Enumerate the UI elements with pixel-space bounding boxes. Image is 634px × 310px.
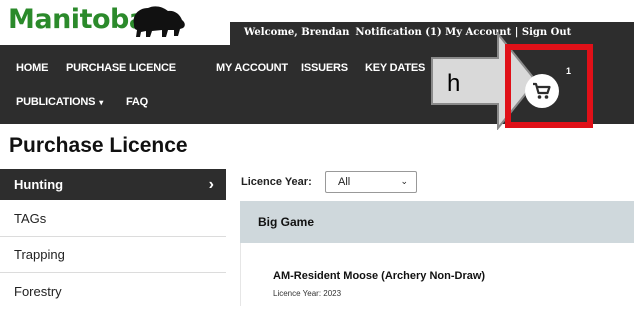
top-header: Manitoba Welcome, Brendan Notification (1…: [0, 0, 634, 45]
nav-publications[interactable]: PUBLICATIONS ▾: [16, 96, 103, 108]
caret-down-icon: ▾: [99, 98, 104, 107]
licence-year-select[interactable]: All ⌄: [325, 171, 417, 193]
callout-letter: h: [447, 70, 461, 97]
sidebar-item-trapping[interactable]: Trapping: [0, 237, 226, 273]
bison-logo-icon: [133, 6, 185, 37]
nav-issuers[interactable]: ISSUERS: [301, 62, 348, 74]
cart-button[interactable]: [525, 74, 559, 108]
sidebar-item-tags[interactable]: TAGs: [0, 201, 226, 237]
product-licence-year: Licence Year: 2023: [273, 289, 342, 298]
sidebar-item-label: TAGs: [14, 211, 47, 226]
nav-faq[interactable]: FAQ: [126, 96, 148, 108]
nav-my-account[interactable]: MY ACCOUNT: [216, 62, 288, 74]
nav-purchase-licence[interactable]: PURCHASE LICENCE: [66, 62, 176, 74]
welcome-text: Welcome, Brendan: [244, 27, 350, 38]
sidebar-item-label: Trapping: [14, 247, 65, 262]
sidebar-item-hunting[interactable]: Hunting ›: [0, 169, 226, 200]
manitoba-logo[interactable]: Manitoba: [8, 4, 147, 35]
nav-home[interactable]: HOME: [16, 62, 48, 74]
chevron-down-icon: ⌄: [400, 176, 408, 186]
product-card[interactable]: AM-Resident Moose (Archery Non-Draw) Lic…: [240, 243, 634, 306]
licence-year-value: All: [338, 176, 351, 188]
cart-badge: 1: [566, 66, 572, 76]
section-title: Big Game: [258, 215, 315, 229]
licence-year-label: Licence Year:: [241, 176, 312, 188]
big-game-section-header[interactable]: Big Game: [240, 201, 634, 243]
chevron-right-icon: ›: [208, 176, 214, 193]
sidebar-item-label: Forestry: [14, 284, 62, 299]
nav-key-dates[interactable]: KEY DATES: [365, 62, 425, 74]
product-title[interactable]: AM-Resident Moose (Archery Non-Draw): [273, 270, 485, 282]
nav-publications-label: PUBLICATIONS: [16, 96, 96, 108]
sidebar-item-label: Hunting: [14, 177, 64, 192]
cart-icon: [533, 82, 551, 99]
page-title: Purchase Licence: [9, 134, 188, 157]
sidebar-item-forestry[interactable]: Forestry: [0, 274, 226, 310]
